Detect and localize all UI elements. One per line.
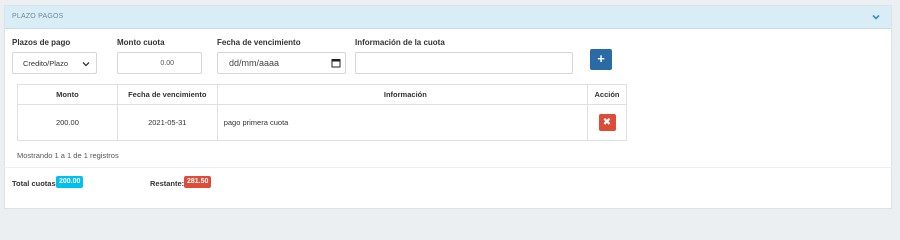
- divider: [4, 167, 896, 168]
- plazos-select-value: Credito/Plazo: [23, 59, 69, 68]
- calendar-icon[interactable]: [331, 58, 341, 68]
- chevron-down-icon[interactable]: [871, 12, 881, 22]
- restante-badge: 281.50: [184, 176, 212, 188]
- total-cuotas-badge: 200.00: [56, 176, 84, 188]
- fecha-vencimiento-input[interactable]: dd/mm/aaaa: [217, 52, 346, 74]
- info-cuota-input[interactable]: [355, 52, 573, 74]
- records-info: Mostrando 1 a 1 de 1 registros: [17, 151, 119, 160]
- fecha-placeholder: dd/mm/aaaa: [229, 58, 280, 68]
- plazos-label: Plazos de pago: [12, 38, 71, 47]
- row-fecha: 2021-05-31: [116, 104, 218, 141]
- table-header-row: Monto Fecha de vencimiento Información A…: [17, 84, 627, 105]
- monto-cuota-value: 0.00: [160, 60, 174, 67]
- fecha-vencimiento-label: Fecha de vencimiento: [217, 38, 301, 47]
- chevron-down-icon: [82, 62, 90, 67]
- plazos-select[interactable]: Credito/Plazo: [12, 52, 97, 74]
- row-monto: 200.00: [17, 104, 118, 141]
- col-accion-header: Acción: [587, 84, 627, 105]
- info-cuota-label: Información de la cuota: [355, 38, 445, 47]
- col-fecha-header: Fecha de vencimiento: [116, 84, 218, 105]
- monto-cuota-input[interactable]: 0.00: [117, 52, 202, 74]
- total-cuotas-label: Total cuotas:: [12, 179, 59, 188]
- restante-label: Restante:: [150, 179, 185, 188]
- row-info: pago primera cuota: [216, 104, 589, 141]
- cuotas-table: Monto Fecha de vencimiento Información A…: [17, 84, 627, 141]
- monto-cuota-label: Monto cuota: [117, 38, 165, 47]
- col-monto-header: Monto: [17, 84, 118, 105]
- delete-row-button[interactable]: ✖: [598, 114, 616, 131]
- add-cuota-button[interactable]: +: [590, 49, 612, 70]
- panel-header[interactable]: PLAZO PAGOS: [5, 6, 891, 29]
- panel-title: PLAZO PAGOS: [12, 13, 64, 20]
- col-info-header: Información: [216, 84, 589, 105]
- table-row: 200.00 2021-05-31 pago primera cuota ✖: [17, 104, 627, 141]
- row-accion: ✖: [587, 104, 627, 141]
